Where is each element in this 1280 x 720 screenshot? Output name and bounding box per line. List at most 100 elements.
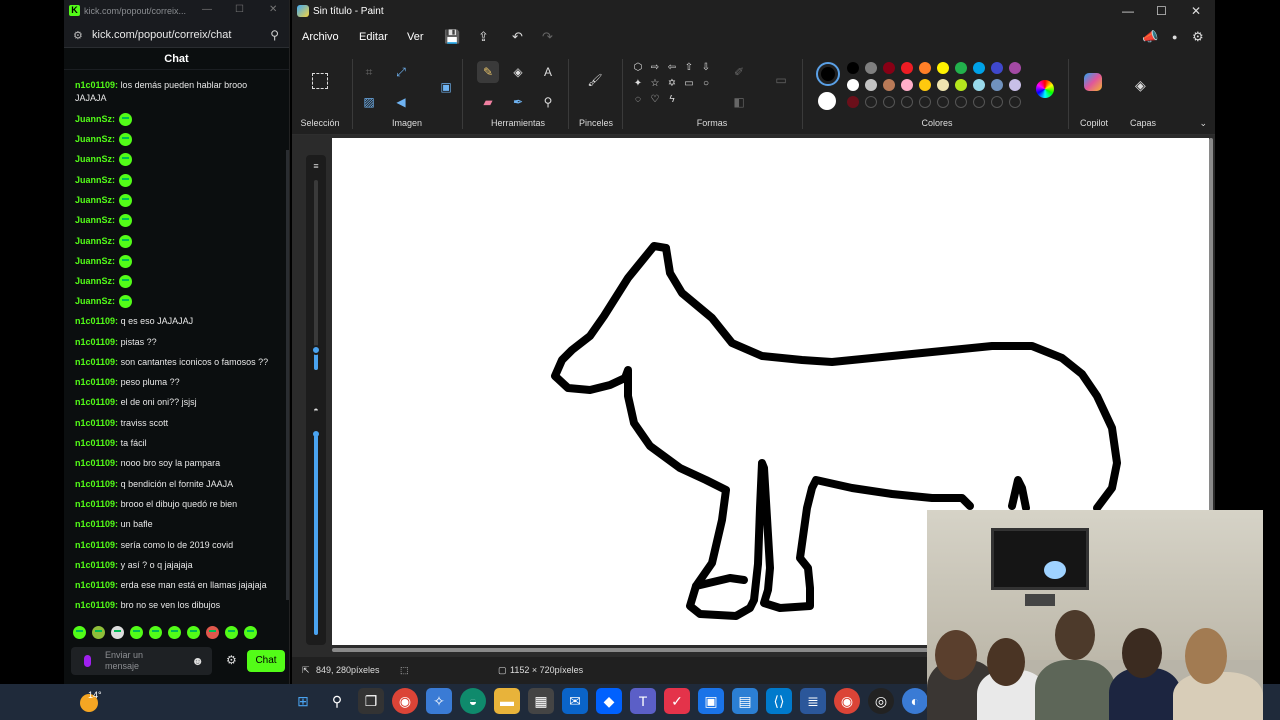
- color-swatch[interactable]: [973, 79, 985, 91]
- resize-icon[interactable]: ⤢: [390, 61, 412, 83]
- edge-icon[interactable]: ◒: [460, 688, 486, 714]
- emoji-icon[interactable]: ☻: [191, 654, 204, 668]
- color-swatch[interactable]: [991, 62, 1003, 74]
- color-swatch[interactable]: [973, 62, 985, 74]
- app-icon[interactable]: ▤: [732, 688, 758, 714]
- chat-username[interactable]: JuannSz:: [75, 153, 115, 166]
- task-view-icon[interactable]: ❐: [358, 688, 384, 714]
- lightning-icon[interactable]: ϟ: [665, 94, 679, 106]
- horizontal-scrollbar[interactable]: [332, 648, 972, 652]
- chat-username[interactable]: JuannSz:: [75, 174, 115, 187]
- arrow-up-icon[interactable]: ⇧: [682, 62, 696, 74]
- vscode-icon[interactable]: ⟨⟩: [766, 688, 792, 714]
- chat-username[interactable]: n1c01109:: [75, 397, 118, 407]
- close-icon[interactable]: ✕: [269, 4, 277, 15]
- chat-username[interactable]: n1c01109:: [75, 560, 118, 570]
- chat-username[interactable]: n1c01109:: [75, 418, 118, 428]
- minimize-icon[interactable]: —: [202, 4, 212, 15]
- color-swatch[interactable]: [865, 79, 877, 91]
- rotate-icon[interactable]: ▨: [358, 91, 380, 113]
- callout-oval-icon[interactable]: ○: [699, 78, 713, 90]
- eraser-icon[interactable]: ▰: [477, 91, 499, 113]
- color-swatch[interactable]: [847, 96, 859, 108]
- chat-username[interactable]: n1c01109:: [75, 337, 118, 347]
- redo-icon[interactable]: ↷: [542, 29, 553, 45]
- undo-icon[interactable]: ↶: [512, 29, 523, 45]
- weather-widget[interactable]: 14°: [76, 688, 116, 716]
- color-swatch[interactable]: [883, 79, 895, 91]
- chat-username[interactable]: JuannSz:: [75, 275, 115, 288]
- star5-icon[interactable]: ☆: [648, 78, 662, 90]
- pencil-icon[interactable]: ✎: [477, 61, 499, 83]
- custom-color-slot[interactable]: [1009, 96, 1021, 108]
- image-select-icon[interactable]: ▣: [435, 76, 457, 98]
- color-picker-icon[interactable]: ✒: [507, 91, 529, 113]
- custom-color-slot[interactable]: [865, 96, 877, 108]
- menu-ver[interactable]: Ver: [407, 31, 424, 43]
- copilot-icon[interactable]: [1084, 73, 1102, 91]
- chat-username[interactable]: n1c01109:: [75, 600, 118, 610]
- color-swatch[interactable]: [901, 79, 913, 91]
- file-explorer-icon[interactable]: ▬: [494, 688, 520, 714]
- outlook-icon[interactable]: ✉: [562, 688, 588, 714]
- secondary-color[interactable]: [818, 92, 836, 110]
- close-icon[interactable]: ✕: [1191, 4, 1201, 18]
- chat-username[interactable]: JuannSz:: [75, 214, 115, 227]
- hexagon-icon[interactable]: ⬡: [631, 62, 645, 74]
- custom-color-slot[interactable]: [991, 96, 1003, 108]
- app-icon[interactable]: ▣: [698, 688, 724, 714]
- menu-editar[interactable]: Editar: [359, 31, 388, 43]
- shape-fill-icon[interactable]: ▭: [770, 69, 792, 91]
- chat-send-button[interactable]: Chat: [247, 650, 285, 672]
- heart-icon[interactable]: ♡: [648, 94, 662, 106]
- color-swatch[interactable]: [847, 79, 859, 91]
- obs-icon[interactable]: ◎: [868, 688, 894, 714]
- emote-icon[interactable]: [168, 626, 181, 639]
- color-swatch[interactable]: [937, 79, 949, 91]
- custom-color-slot[interactable]: [883, 96, 895, 108]
- custom-color-slot[interactable]: [955, 96, 967, 108]
- share-icon[interactable]: ⇪: [478, 29, 489, 45]
- callout-rect-icon[interactable]: ▭: [682, 78, 696, 90]
- custom-color-slot[interactable]: [973, 96, 985, 108]
- crop-icon[interactable]: ⌗: [358, 61, 380, 83]
- color-swatch[interactable]: [865, 62, 877, 74]
- color-swatch[interactable]: [1009, 79, 1021, 91]
- dropbox-icon[interactable]: ◆: [596, 688, 622, 714]
- size-knob[interactable]: [311, 345, 321, 355]
- chrome-icon[interactable]: ◉: [392, 688, 418, 714]
- star6-icon[interactable]: ✡: [665, 78, 679, 90]
- emote-icon[interactable]: [92, 626, 105, 639]
- chat-username[interactable]: n1c01109:: [75, 458, 118, 468]
- chat-username[interactable]: n1c01109:: [75, 499, 118, 509]
- edit-colors-icon[interactable]: [1036, 80, 1054, 98]
- settings-icon[interactable]: ⚙: [1192, 29, 1204, 45]
- outline-icon[interactable]: ✐: [728, 61, 750, 83]
- custom-color-slot[interactable]: [919, 96, 931, 108]
- save-icon[interactable]: 💾: [444, 29, 460, 45]
- chat-username[interactable]: n1c01109:: [75, 540, 118, 550]
- chat-username[interactable]: n1c01109:: [75, 316, 118, 326]
- chat-settings-icon[interactable]: ⚙: [226, 653, 237, 667]
- layers-icon[interactable]: ◈: [1135, 77, 1146, 94]
- text-icon[interactable]: A: [537, 61, 559, 83]
- maximize-icon[interactable]: ☐: [1156, 4, 1167, 18]
- search-icon[interactable]: ⚲: [324, 688, 350, 714]
- emote-icon[interactable]: [111, 626, 124, 639]
- emote-icon[interactable]: [244, 626, 257, 639]
- site-settings-icon[interactable]: ⚙: [73, 29, 83, 42]
- fill-icon[interactable]: ◈: [507, 61, 529, 83]
- arrow-left-icon[interactable]: ⇦: [665, 62, 679, 74]
- color-swatch[interactable]: [937, 62, 949, 74]
- color-swatch[interactable]: [955, 62, 967, 74]
- star4-icon[interactable]: ✦: [631, 78, 645, 90]
- chat-username[interactable]: JuannSz:: [75, 113, 115, 126]
- microphone-icon[interactable]: [84, 655, 91, 667]
- color-swatch[interactable]: [883, 62, 895, 74]
- chat-username[interactable]: JuannSz:: [75, 255, 115, 268]
- color-swatch[interactable]: [1009, 62, 1021, 74]
- announcements-icon[interactable]: 📣: [1142, 29, 1158, 45]
- maximize-icon[interactable]: ☐: [235, 4, 244, 15]
- flip-icon[interactable]: ◀: [390, 91, 412, 113]
- copilot-icon[interactable]: ✧: [426, 688, 452, 714]
